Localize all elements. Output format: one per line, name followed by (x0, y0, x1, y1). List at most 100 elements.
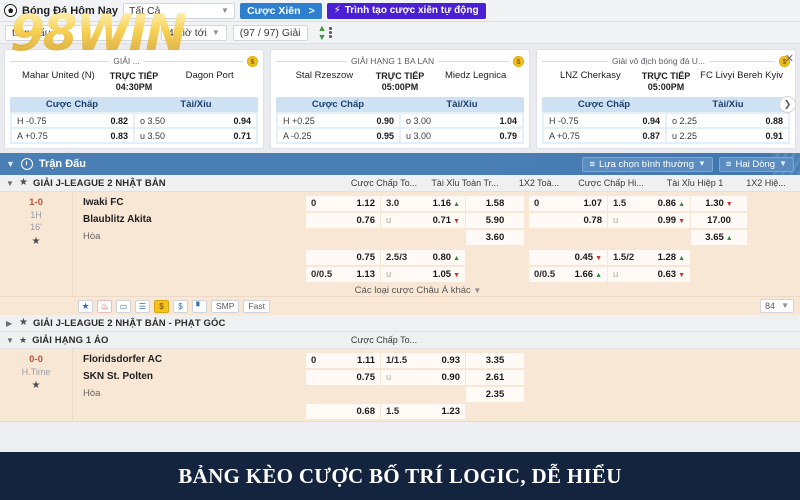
odds-cell[interactable]: 2.61 (466, 370, 524, 385)
odds-cell[interactable]: u 0.90 (381, 370, 465, 385)
away-team-name: SKN St. Polten (83, 371, 154, 382)
match-row[interactable]: 0-0 H.Time ★ Floridsdorfer AC SKN St. Po… (0, 349, 800, 422)
close-icon[interactable]: ✕ (785, 52, 794, 65)
odds-cell[interactable]: 5.90 (466, 213, 524, 228)
odds-cell[interactable]: 0 1.07 (529, 196, 607, 211)
star-icon[interactable]: ★ (19, 178, 28, 188)
odds-cell[interactable]: 0.78 (529, 213, 607, 228)
page-select[interactable]: 84 ▼ (760, 299, 794, 313)
match-score-block: 1-0 1H 16' ★ (0, 192, 72, 296)
odds-cell[interactable]: o 2.25 0.88 (667, 114, 788, 127)
odds-value: 1.04 (499, 115, 517, 126)
odds-cell[interactable]: H -0.75 0.82 (12, 114, 133, 127)
smp-label[interactable]: SMP (211, 299, 240, 313)
chevron-right-icon[interactable]: ❯ (779, 96, 796, 113)
auto-parlay-button[interactable]: ⚡ Trình tạo cược xiên tự động (326, 2, 486, 19)
star-icon[interactable]: ★ (19, 335, 27, 345)
odds-cell[interactable]: 2.5/3 0.80 ▲ (381, 250, 465, 265)
odds-cell[interactable]: 0 1.12 (306, 196, 380, 211)
chevron-down-icon[interactable]: ▼ (6, 336, 14, 345)
odds-cell[interactable]: 0.75 (306, 370, 380, 385)
fire-icon[interactable]: ♨ (97, 299, 112, 313)
odds-cell[interactable]: 3.35 (466, 353, 524, 368)
leagues-count-chip[interactable]: (97 / 97) Giải (232, 24, 308, 41)
group-ah-ft-2: 0.75 0/0.5 1.13 (306, 250, 380, 284)
matches-section-bar: ▼ Trận Đấu ≡ Lựa chọn bình thường ▼ ≡ Ha… (0, 153, 800, 175)
odds-cell[interactable]: u 3.00 0.79 (401, 129, 522, 142)
chevron-right-icon[interactable]: ▶ (6, 319, 14, 328)
group-ou-h1-2: 1.5/2 1.28 ▲ u 0.63 ▼ (608, 250, 690, 284)
hours-filter-select[interactable]: 4 giờ tới ▼ (161, 24, 227, 41)
odds-cell[interactable]: A -0.25 0.95 (278, 129, 399, 142)
video-icon[interactable]: ▭ (116, 299, 131, 313)
chevron-down-icon[interactable]: ▼ (6, 159, 15, 169)
dollar-icon[interactable]: $ (173, 299, 188, 313)
odds-cell[interactable]: 0.75 (306, 250, 380, 265)
odds-cell[interactable]: u 0.63 ▼ (608, 267, 690, 282)
odds-value: 0.90 (376, 115, 394, 126)
favorite-star-icon[interactable]: ★ (32, 236, 41, 247)
odds-key: 0 (534, 198, 540, 209)
odds-cell[interactable]: 1.58 (466, 196, 524, 211)
odds-cell[interactable]: 0 1.11 (306, 353, 380, 368)
rows-option-select[interactable]: ≡ Hai Dòng ▼ (718, 156, 794, 172)
star-icon[interactable]: ★ (19, 318, 28, 328)
odds-cell[interactable]: u 1.05 ▼ (381, 267, 465, 282)
odds-key: A +0.75 (17, 130, 48, 141)
all-filter-select[interactable]: Tất Cả ▼ (122, 2, 235, 19)
odds-cell[interactable]: 1.5 1.23 (381, 404, 465, 419)
odds-cell[interactable]: 3.65 ▲ (691, 230, 747, 245)
match-filter-select[interactable]: trận đấu ▼ (5, 24, 155, 41)
odds-cell[interactable]: u 0.99 ▼ (608, 213, 690, 228)
odds-cell[interactable]: 1.5/2 1.28 ▲ (608, 250, 690, 265)
odds-cell[interactable]: A +0.75 0.87 (544, 129, 665, 142)
odds-key: u (386, 269, 392, 280)
odds-cell[interactable]: A +0.75 0.83 (12, 129, 133, 142)
odds-cell[interactable]: 0.68 (306, 404, 380, 419)
odds-value: 0.94 (642, 115, 660, 126)
league-header-row[interactable]: ▶ ★ GIẢI J-LEAGUE 2 NHẬT BẢN - PHẠT GÓC (0, 315, 800, 332)
view-option-select[interactable]: ≡ Lựa chọn bình thường ▼ (582, 156, 713, 172)
odds-cell[interactable]: 2.35 (466, 387, 524, 402)
odds-cell[interactable]: 3.0 1.16 ▲ (381, 196, 465, 211)
chevron-down-icon[interactable]: ▼ (6, 179, 14, 188)
divider (10, 60, 110, 62)
stats-icon[interactable]: ☰ (135, 299, 150, 313)
odds-cell[interactable]: 1/1.5 0.93 (381, 353, 465, 368)
home-team-name: Iwaki FC (83, 197, 124, 208)
favorite-star-icon[interactable]: ★ (32, 381, 41, 391)
odds-cell[interactable]: 0.45 ▼ (529, 250, 607, 265)
match-row[interactable]: 1-0 1H 16' ★ Iwaki FC Blaublitz Akita Hò… (0, 192, 800, 297)
chart-icon[interactable]: ▘ (192, 299, 207, 313)
parlay-button[interactable]: Cược Xiên > (239, 2, 322, 19)
odds-cell[interactable]: o 3.00 1.04 (401, 114, 522, 127)
odds-cell[interactable]: H +0.25 0.90 (278, 114, 399, 127)
event-card[interactable]: GIẢI ... $ Mahar United (N) TRỰC TIẾP 04… (4, 49, 264, 149)
odds-cell[interactable]: u 2.25 0.91 (667, 129, 788, 142)
event-card[interactable]: GIẢI HẠNG 1 BA LAN $ Stal Rzeszow TRỰC T… (270, 49, 530, 149)
match-tools-bar: ★ ♨ ▭ ☰ $ $ ▘ SMP Fast 84 ▼ (0, 297, 800, 315)
sort-button[interactable]: ▲ ▼ (314, 23, 336, 42)
fast-label[interactable]: Fast (243, 299, 270, 313)
odds-cell[interactable]: u 0.71 ▼ (381, 213, 465, 228)
odds-cell[interactable]: 1.5 0.86 ▲ (608, 196, 690, 211)
odds-cell[interactable]: 3.60 (466, 230, 524, 245)
event-card[interactable]: Giải vô địch bóng đá U... $ LNZ Cherkasy… (536, 49, 796, 149)
league-header-row[interactable]: ▼ ★ GIẢI HẠNG 1 ÁO Cược Chấp To... (0, 332, 800, 349)
asian-more-link[interactable]: Các loại cược Châu Á khác ▼ (308, 284, 528, 296)
odds-cell[interactable]: 0/0.5 1.13 (306, 267, 380, 282)
odds-cell[interactable]: 1.30 ▼ (691, 196, 747, 211)
handicap-col-label: Cược Chấp (45, 99, 99, 110)
odds-cell[interactable]: 0/0.5 1.66 ▲ (529, 267, 607, 282)
overunder-column: o 3.00 1.04 u 3.00 0.79 (401, 114, 522, 142)
league-header-row[interactable]: ▼ ★ GIẢI J-LEAGUE 2 NHẬT BẢN Cược Chấp T… (0, 175, 800, 192)
odds-cell[interactable]: 17.00 (691, 213, 747, 228)
match-period: H.Time (21, 367, 51, 377)
odds-cell[interactable]: u 3.50 0.71 (135, 129, 256, 142)
odds-cell[interactable]: 0.76 (306, 213, 380, 228)
event-status: TRỰC TIẾP 04:30PM (110, 71, 158, 92)
odds-cell[interactable]: H -0.75 0.94 (544, 114, 665, 127)
coin-icon[interactable]: $ (154, 299, 169, 313)
odds-cell[interactable]: o 3.50 0.94 (135, 114, 256, 127)
star-icon[interactable]: ★ (78, 299, 93, 313)
